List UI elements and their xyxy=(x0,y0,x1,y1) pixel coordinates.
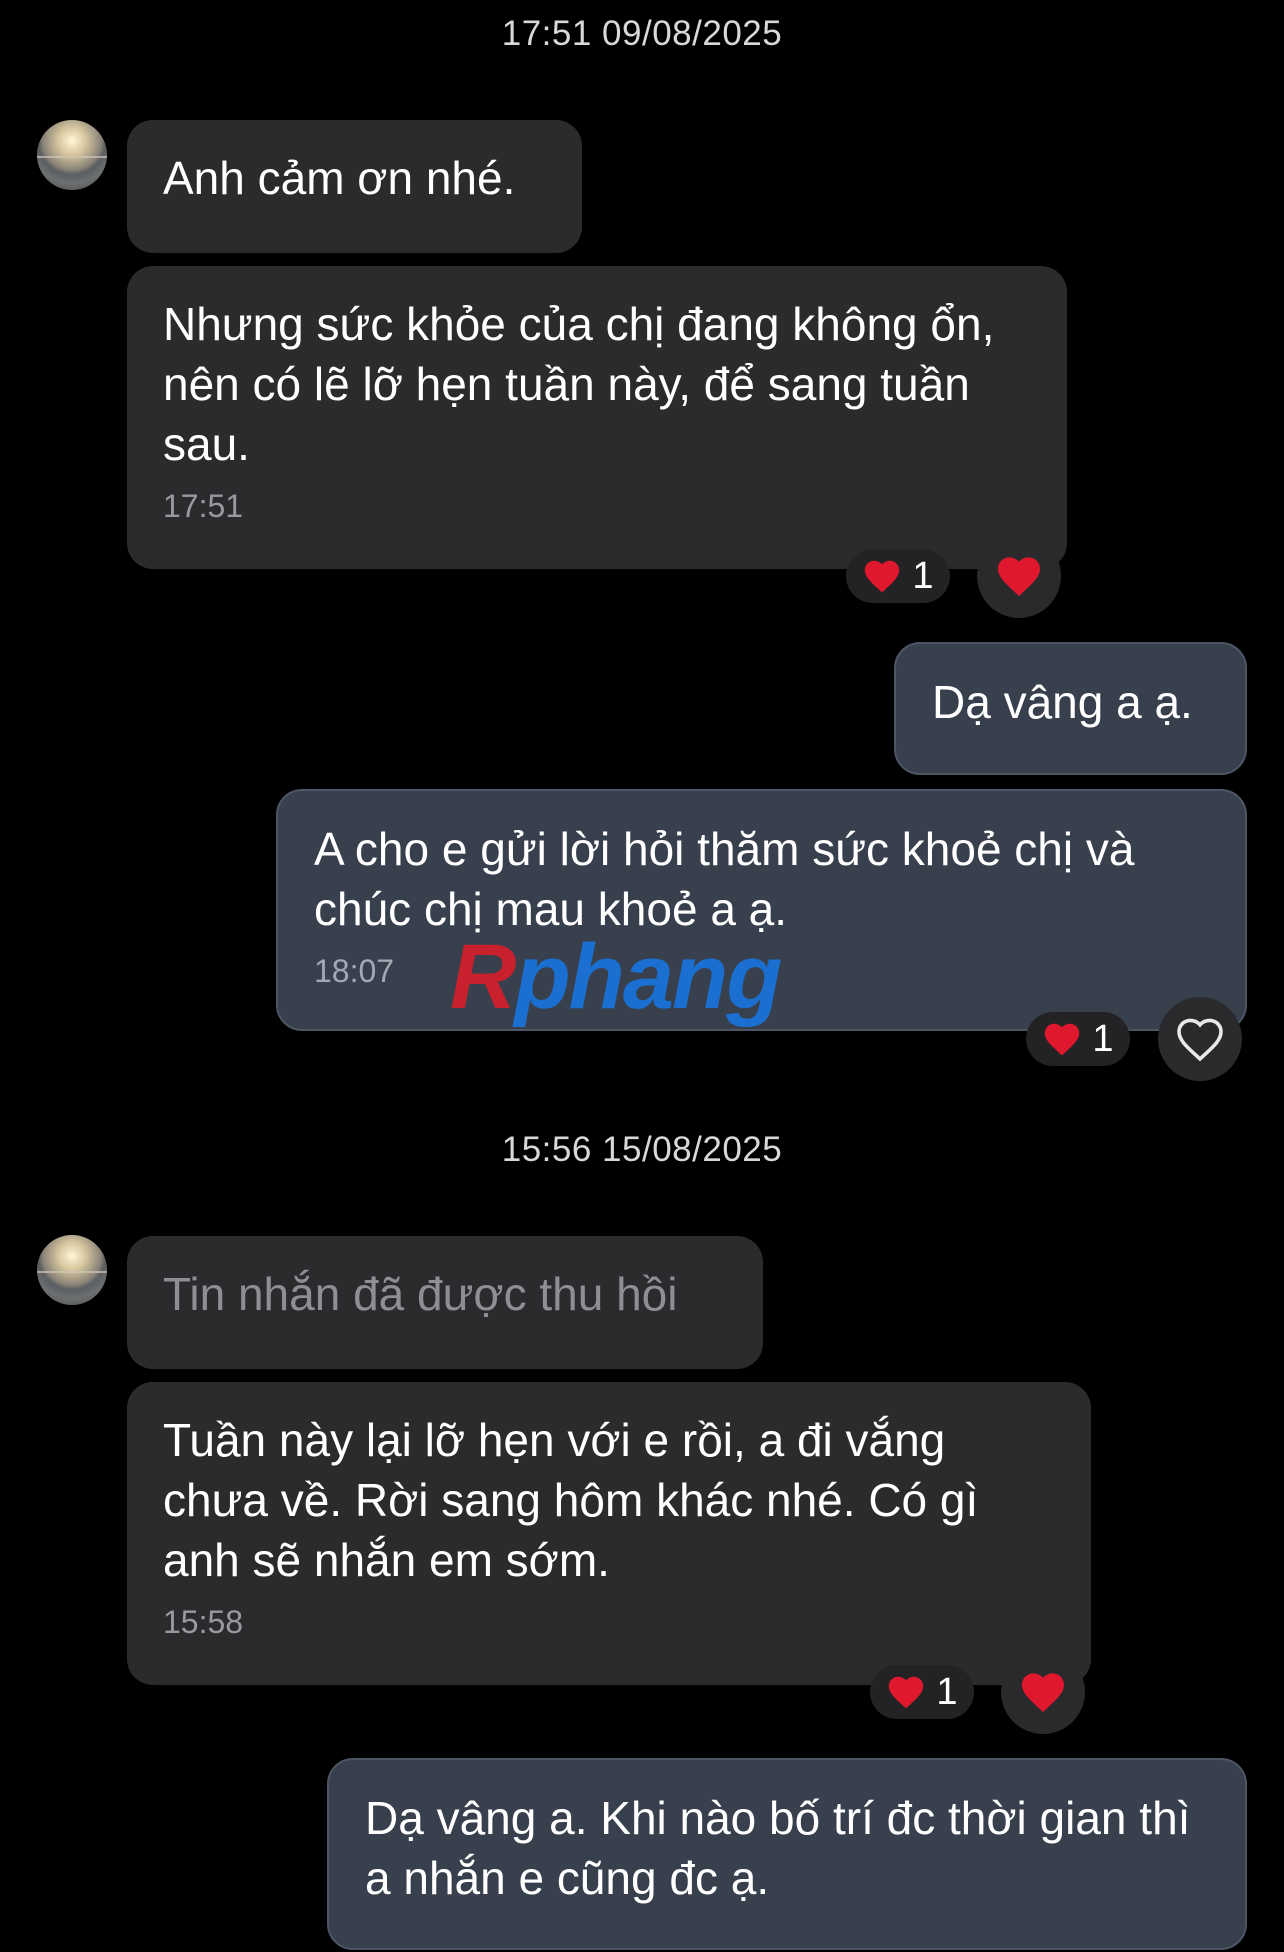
react-button[interactable] xyxy=(977,534,1061,618)
reaction-count: 1 xyxy=(936,1670,958,1713)
message-text: Dạ vâng a ạ. xyxy=(932,676,1193,728)
message-time: 18:07 xyxy=(314,953,395,989)
heart-icon xyxy=(1022,1673,1064,1712)
react-button[interactable] xyxy=(1158,997,1242,1081)
heart-icon xyxy=(1045,1023,1080,1056)
message-time: 15:58 xyxy=(163,1604,244,1640)
message-bubble-incoming[interactable]: Nhưng sức khỏe của chị đang không ổn, nê… xyxy=(127,266,1067,569)
reaction-summary[interactable]: 1 xyxy=(846,549,950,603)
message-bubble-outgoing[interactable]: A cho e gửi lời hỏi thăm sức khoẻ chị và… xyxy=(276,789,1247,1031)
date-separator: 17:51 09/08/2025 xyxy=(501,14,783,53)
reaction-summary[interactable]: 1 xyxy=(1026,1012,1130,1066)
recalled-message-text: Tin nhắn đã được thu hồi xyxy=(163,1268,678,1320)
react-button[interactable] xyxy=(1001,1650,1085,1734)
heart-icon xyxy=(889,1676,924,1709)
message-bubble-outgoing[interactable]: Dạ vâng a ạ. xyxy=(894,642,1247,775)
reaction-count: 1 xyxy=(912,554,934,597)
heart-icon xyxy=(865,560,900,593)
reaction-summary[interactable]: 1 xyxy=(870,1665,974,1719)
message-bubble-recalled[interactable]: Tin nhắn đã được thu hồi xyxy=(127,1236,763,1369)
message-text: Tuần này lại lỡ hẹn với e rồi, a đi vắng… xyxy=(163,1414,979,1586)
message-bubble-outgoing[interactable]: Dạ vâng a. Khi nào bố trí đc thời gian t… xyxy=(327,1758,1247,1950)
reaction-count: 1 xyxy=(1092,1017,1114,1060)
avatar[interactable] xyxy=(37,120,107,190)
avatar[interactable] xyxy=(37,1235,107,1305)
date-separator: 15:56 15/08/2025 xyxy=(501,1130,783,1169)
message-text: Dạ vâng a. Khi nào bố trí đc thời gian t… xyxy=(365,1792,1191,1904)
heart-icon xyxy=(998,557,1040,596)
message-time: 17:51 xyxy=(163,488,244,524)
message-text: A cho e gửi lời hỏi thăm sức khoẻ chị và… xyxy=(314,823,1135,935)
message-bubble-incoming[interactable]: Tuần này lại lỡ hẹn với e rồi, a đi vắng… xyxy=(127,1382,1091,1685)
heart-outline-icon xyxy=(1177,1018,1223,1061)
message-bubble-incoming[interactable]: Anh cảm ơn nhé. xyxy=(127,120,582,253)
message-text: Nhưng sức khỏe của chị đang không ổn, nê… xyxy=(163,298,995,470)
message-text: Anh cảm ơn nhé. xyxy=(163,152,516,204)
